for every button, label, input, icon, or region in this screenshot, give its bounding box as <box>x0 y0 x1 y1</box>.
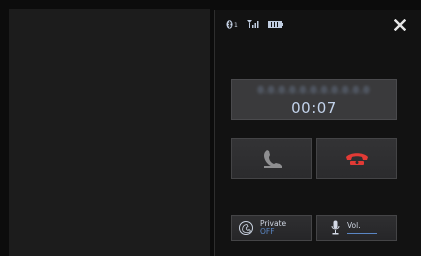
bluetooth-icon <box>226 19 233 29</box>
phone-hangup-icon <box>345 152 368 165</box>
private-mode-button[interactable]: Private OFF <box>231 215 312 241</box>
microphone-icon <box>331 220 340 235</box>
bluetooth-status: 1 <box>226 19 238 29</box>
volume-label: Vol. <box>347 221 361 230</box>
answer-call-button[interactable] <box>231 138 312 179</box>
close-button[interactable] <box>392 17 408 33</box>
phone-answer-icon <box>263 149 282 168</box>
caller-number: 0.0.0.0.0.0.0.0.0.0.0 <box>257 86 371 96</box>
status-bar: 1 <box>226 17 283 31</box>
call-screen: 1 0.0.0.0.0.0.0.0.0.0.0 00:07 Private OF… <box>0 0 421 256</box>
volume-level-bar <box>347 233 377 234</box>
bluetooth-index: 1 <box>234 21 238 29</box>
battery-icon <box>267 20 283 28</box>
end-call-button[interactable] <box>316 138 397 179</box>
close-icon <box>394 19 406 31</box>
map-area <box>9 9 210 256</box>
call-duration: 00:07 <box>291 99 337 117</box>
caller-info-box: 0.0.0.0.0.0.0.0.0.0.0 00:07 <box>231 79 397 120</box>
private-state: OFF <box>260 227 275 236</box>
volume-button[interactable]: Vol. <box>316 215 397 241</box>
signal-strength-icon <box>246 20 259 28</box>
private-mode-icon <box>239 221 253 235</box>
